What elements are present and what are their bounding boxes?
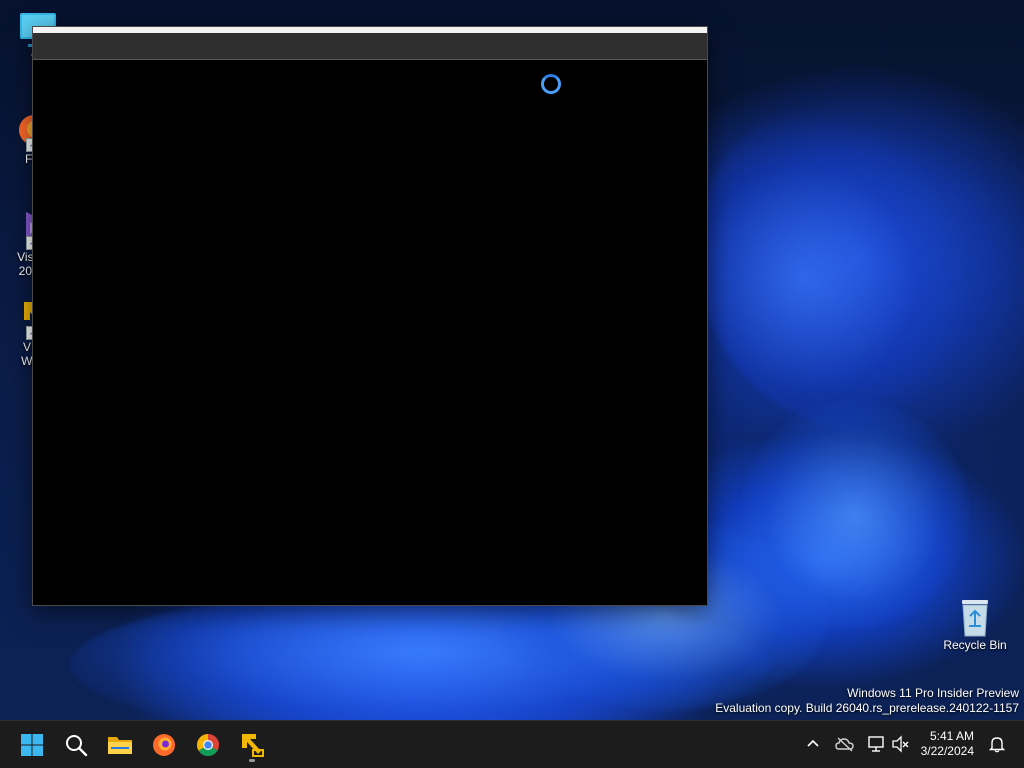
chevron-up-icon xyxy=(807,739,819,747)
chrome-icon xyxy=(197,734,219,756)
vmware-icon xyxy=(242,734,264,757)
watermark-line: Windows 11 Pro Insider Preview xyxy=(847,686,1019,700)
desktop-icon-label: Recycle Bin xyxy=(943,638,1007,652)
evaluation-watermark: Windows 11 Pro Insider Preview Evaluatio… xyxy=(715,686,1019,716)
loading-spinner-icon xyxy=(541,74,561,94)
watermark-line: Evaluation copy. Build 26040.rs_prerelea… xyxy=(715,701,1019,715)
volume-tray-button[interactable] xyxy=(890,733,912,755)
onedrive-icon xyxy=(835,737,854,752)
recycle-bin-icon xyxy=(955,596,995,637)
firefox-taskbar-button[interactable] xyxy=(146,727,182,763)
search-button[interactable] xyxy=(58,727,94,763)
taskbar-clock[interactable]: 5:41 AM 3/22/2024 xyxy=(918,729,974,759)
search-icon xyxy=(66,735,88,757)
network-icon xyxy=(868,736,884,752)
clock-time: 5:41 AM xyxy=(929,729,974,743)
network-tray-button[interactable] xyxy=(866,733,888,755)
desktop-icon-recycle-bin[interactable]: Recycle Bin xyxy=(940,596,1010,652)
window-titlebar[interactable] xyxy=(33,33,707,60)
firefox-icon xyxy=(153,734,175,756)
wallpaper-bloom xyxy=(70,590,770,720)
volume-muted-icon xyxy=(892,735,909,753)
start-button[interactable] xyxy=(14,727,50,763)
vmware-taskbar-button[interactable] xyxy=(234,727,270,763)
show-hidden-icons-button[interactable] xyxy=(802,733,824,755)
chrome-taskbar-button[interactable] xyxy=(190,727,226,763)
notification-bell-icon xyxy=(988,737,1006,753)
windows-logo-icon xyxy=(21,734,43,756)
loading-app-window[interactable] xyxy=(32,26,708,606)
notification-button[interactable] xyxy=(986,733,1008,755)
folder-icon xyxy=(108,737,132,754)
wallpaper-bloom xyxy=(740,400,970,630)
taskbar: 5:41 AM 3/22/2024 xyxy=(0,720,1024,768)
running-indicator xyxy=(249,759,255,762)
file-explorer-button[interactable] xyxy=(102,727,138,763)
clock-date: 3/22/2024 xyxy=(920,744,974,758)
onedrive-tray-button[interactable] xyxy=(834,733,856,755)
